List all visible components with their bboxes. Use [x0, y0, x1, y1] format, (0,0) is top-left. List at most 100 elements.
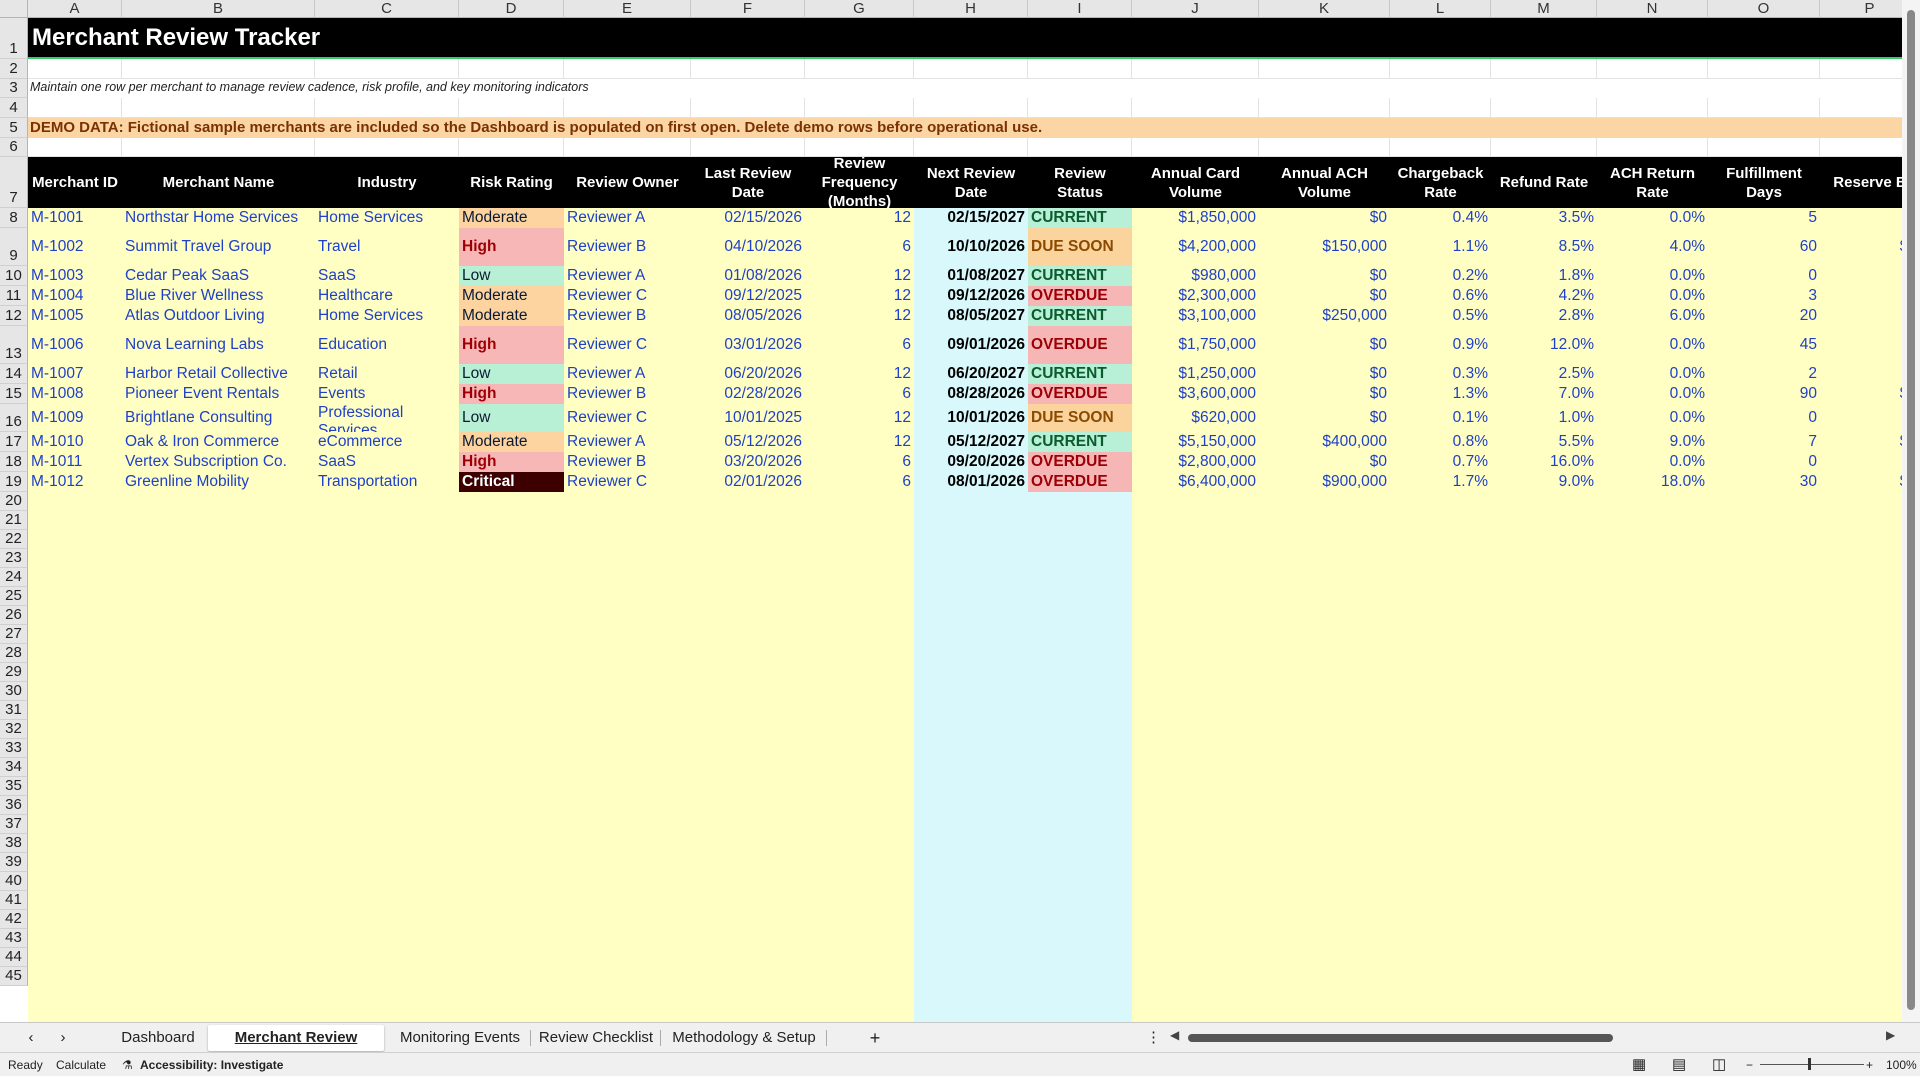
- grid-cell[interactable]: [315, 98, 459, 118]
- chargeback-rate[interactable]: 1.3%: [1390, 384, 1491, 404]
- row-header-37[interactable]: 37: [0, 815, 28, 834]
- fulfillment-days[interactable]: 30: [1708, 472, 1820, 492]
- review-status[interactable]: DUE SOON: [1028, 404, 1132, 432]
- merchant-name[interactable]: Pioneer Event Rentals: [122, 384, 315, 404]
- review-status[interactable]: CURRENT: [1028, 364, 1132, 384]
- review-owner[interactable]: Reviewer A: [564, 364, 691, 384]
- industry[interactable]: Healthcare: [315, 286, 459, 306]
- ach-return-rate[interactable]: 0.0%: [1597, 266, 1708, 286]
- merchant-id[interactable]: M-1012: [28, 472, 122, 492]
- annual-ach-volume[interactable]: $0: [1259, 364, 1390, 384]
- refund-rate[interactable]: 2.8%: [1491, 306, 1597, 326]
- grid-cell[interactable]: [1259, 98, 1390, 118]
- column-header-m[interactable]: M: [1491, 0, 1597, 18]
- row-header-42[interactable]: 42: [0, 910, 28, 929]
- review-frequency[interactable]: 12: [805, 404, 914, 432]
- review-status[interactable]: OVERDUE: [1028, 326, 1132, 364]
- review-status[interactable]: CURRENT: [1028, 306, 1132, 326]
- column-header-j[interactable]: J: [1132, 0, 1259, 18]
- review-status[interactable]: CURRENT: [1028, 208, 1132, 228]
- row-header-8[interactable]: 8: [0, 208, 28, 228]
- grid-cell[interactable]: [691, 138, 805, 157]
- spreadsheet-grid[interactable]: A B C D E F G H I J K L M N O P 1 2 3 4 5 6 7 8 9 10 11 12 13 14 15 16 1…: [0, 0, 1920, 1022]
- last-review-date[interactable]: 02/01/2026: [691, 472, 805, 492]
- next-review-date[interactable]: 09/12/2026: [914, 286, 1028, 306]
- review-frequency[interactable]: 6: [805, 472, 914, 492]
- merchant-id[interactable]: M-1002: [28, 228, 122, 266]
- row-header-11[interactable]: 11: [0, 286, 28, 306]
- row-header-36[interactable]: 36: [0, 796, 28, 815]
- industry[interactable]: SaaS: [315, 452, 459, 472]
- review-status[interactable]: OVERDUE: [1028, 286, 1132, 306]
- review-owner[interactable]: Reviewer B: [564, 228, 691, 266]
- merchant-name[interactable]: Atlas Outdoor Living: [122, 306, 315, 326]
- grid-cell[interactable]: [1491, 59, 1597, 79]
- row-header-23[interactable]: 23: [0, 549, 28, 568]
- review-frequency[interactable]: 12: [805, 208, 914, 228]
- grid-cell[interactable]: [28, 59, 122, 79]
- review-owner[interactable]: Reviewer A: [564, 432, 691, 452]
- merchant-name[interactable]: Vertex Subscription Co.: [122, 452, 315, 472]
- chargeback-rate[interactable]: 1.7%: [1390, 472, 1491, 492]
- row-header-3[interactable]: 3: [0, 79, 28, 98]
- fulfillment-days[interactable]: 0: [1708, 404, 1820, 432]
- tab-merchant-review-tracker[interactable]: Merchant Review Tracker: [208, 1025, 384, 1072]
- chargeback-rate[interactable]: 0.6%: [1390, 286, 1491, 306]
- refund-rate[interactable]: 4.2%: [1491, 286, 1597, 306]
- fulfillment-days[interactable]: 5: [1708, 208, 1820, 228]
- grid-cell[interactable]: [1259, 59, 1390, 79]
- zoom-level[interactable]: 100%: [1886, 1058, 1917, 1072]
- grid-cell[interactable]: [1028, 59, 1132, 79]
- row-header-25[interactable]: 25: [0, 587, 28, 606]
- ach-return-rate[interactable]: 4.0%: [1597, 228, 1708, 266]
- row-header-19[interactable]: 19: [0, 472, 28, 492]
- merchant-id[interactable]: M-1005: [28, 306, 122, 326]
- grid-cell[interactable]: [459, 98, 564, 118]
- grid-cell[interactable]: [1132, 98, 1259, 118]
- risk-rating[interactable]: High: [459, 452, 564, 472]
- merchant-id[interactable]: M-1006: [28, 326, 122, 364]
- annual-card-volume[interactable]: $620,000: [1132, 404, 1259, 432]
- refund-rate[interactable]: 16.0%: [1491, 452, 1597, 472]
- row-header-32[interactable]: 32: [0, 720, 28, 739]
- next-review-date[interactable]: 08/28/2026: [914, 384, 1028, 404]
- grid-cell[interactable]: [914, 138, 1028, 157]
- annual-card-volume[interactable]: $1,250,000: [1132, 364, 1259, 384]
- annual-card-volume[interactable]: $1,750,000: [1132, 326, 1259, 364]
- column-header-g[interactable]: G: [805, 0, 914, 18]
- fulfillment-days[interactable]: 60: [1708, 228, 1820, 266]
- zoom-out-icon[interactable]: −: [1746, 1058, 1753, 1072]
- row-header-43[interactable]: 43: [0, 929, 28, 948]
- row-header-20[interactable]: 20: [0, 492, 28, 511]
- chargeback-rate[interactable]: 0.4%: [1390, 208, 1491, 228]
- calculate-button[interactable]: Calculate: [56, 1058, 106, 1072]
- annual-card-volume[interactable]: $4,200,000: [1132, 228, 1259, 266]
- grid-cell[interactable]: [1390, 98, 1491, 118]
- row-header-10[interactable]: 10: [0, 266, 28, 286]
- refund-rate[interactable]: 5.5%: [1491, 432, 1597, 452]
- last-review-date[interactable]: 02/28/2026: [691, 384, 805, 404]
- grid-cell[interactable]: [1028, 98, 1132, 118]
- row-header-13[interactable]: 13: [0, 326, 28, 364]
- chargeback-rate[interactable]: 0.3%: [1390, 364, 1491, 384]
- column-header-d[interactable]: D: [459, 0, 564, 18]
- review-frequency[interactable]: 6: [805, 384, 914, 404]
- review-owner[interactable]: Reviewer B: [564, 384, 691, 404]
- select-all-corner[interactable]: [0, 0, 28, 18]
- grid-cell[interactable]: [1708, 98, 1820, 118]
- last-review-date[interactable]: 01/08/2026: [691, 266, 805, 286]
- row-header-35[interactable]: 35: [0, 777, 28, 796]
- refund-rate[interactable]: 8.5%: [1491, 228, 1597, 266]
- page-layout-icon[interactable]: ▤: [1672, 1055, 1686, 1073]
- grid-cell[interactable]: [805, 98, 914, 118]
- accessibility-icon[interactable]: ⚗: [122, 1058, 133, 1072]
- annual-ach-volume[interactable]: $0: [1259, 208, 1390, 228]
- chargeback-rate[interactable]: 0.1%: [1390, 404, 1491, 432]
- fulfillment-days[interactable]: 7: [1708, 432, 1820, 452]
- zoom-in-icon[interactable]: +: [1866, 1058, 1873, 1072]
- column-header-e[interactable]: E: [564, 0, 691, 18]
- last-review-date[interactable]: 10/01/2025: [691, 404, 805, 432]
- merchant-name[interactable]: Oak & Iron Commerce: [122, 432, 315, 452]
- column-header-b[interactable]: B: [122, 0, 315, 18]
- industry[interactable]: Professional Services: [315, 404, 459, 432]
